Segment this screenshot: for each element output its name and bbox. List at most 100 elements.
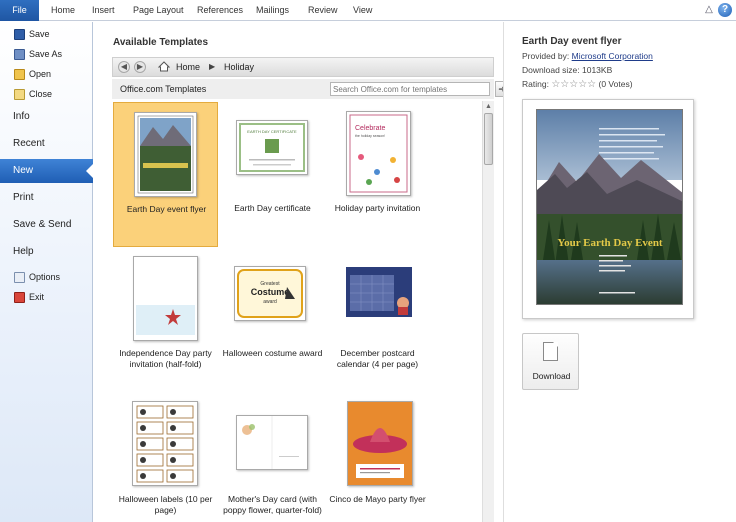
save-as-icon xyxy=(14,49,25,61)
tab-view[interactable]: View xyxy=(353,0,372,21)
template-tile[interactable]: Halloween labels (10 per page) xyxy=(113,397,218,522)
certificate-image: EARTH DAY CERTIFICATE xyxy=(239,123,305,172)
open-folder-icon xyxy=(14,69,25,81)
options-icon xyxy=(14,272,25,284)
provided-by: Provided by: Microsoft Corporation xyxy=(522,51,653,61)
options-command[interactable]: Options xyxy=(14,269,60,285)
tab-page-layout[interactable]: Page Layout xyxy=(133,0,184,21)
star-card-image xyxy=(136,305,195,335)
preview-title: Earth Day event flyer xyxy=(522,36,622,47)
section-header: Office.com Templates ➜ xyxy=(112,79,509,99)
download-label: Download xyxy=(532,371,571,381)
close-file-icon xyxy=(14,89,25,101)
chevron-right-icon: ▶ xyxy=(209,62,216,71)
template-label: Earth Day event flyer xyxy=(126,204,207,214)
star-rating-icon[interactable]: ☆☆☆☆☆ xyxy=(551,79,596,90)
exit-icon xyxy=(14,292,25,304)
template-label: Halloween labels (10 per page) xyxy=(118,494,213,515)
template-thumbnail xyxy=(134,112,197,197)
preview-frame: Your Earth Day Event xyxy=(522,99,694,319)
provider-link[interactable]: Microsoft Corporation xyxy=(572,51,653,61)
question-icon[interactable]: ? xyxy=(718,3,732,17)
nav-recent[interactable]: Recent xyxy=(0,132,93,156)
template-thumbnail: Celebrate the holiday season! xyxy=(346,111,411,196)
exit-command[interactable]: Exit xyxy=(14,289,44,305)
svg-text:the holiday season!: the holiday season! xyxy=(355,134,385,138)
back-arrow-icon[interactable]: ◀ xyxy=(118,61,130,73)
flower-card-image xyxy=(242,416,299,469)
save-as-command[interactable]: Save As xyxy=(14,46,62,62)
nav-print[interactable]: Print xyxy=(0,186,93,210)
template-label: Independence Day party invitation (half-… xyxy=(119,348,212,369)
tab-references[interactable]: References xyxy=(197,0,243,21)
ribbon-tabs: File Home Insert Page Layout References … xyxy=(0,0,736,21)
template-thumbnail xyxy=(344,265,416,320)
nav-save-send[interactable]: Save & Send xyxy=(0,213,93,237)
tab-insert[interactable]: Insert xyxy=(92,0,115,21)
nav-new[interactable]: New xyxy=(0,159,94,183)
breadcrumb: ◀ ▶ Home ▶ Holiday xyxy=(112,57,494,77)
search-input[interactable] xyxy=(330,82,490,96)
template-thumbnail xyxy=(347,401,413,486)
tab-file[interactable]: File xyxy=(0,0,39,21)
tab-review[interactable]: Review xyxy=(308,0,338,21)
template-label: Holiday party invitation xyxy=(334,203,421,213)
scroll-up-icon[interactable]: ▲ xyxy=(483,101,494,113)
template-tile[interactable]: December postcard calendar (4 per page) xyxy=(325,250,430,395)
tab-mailings[interactable]: Mailings xyxy=(256,0,289,21)
vertical-scrollbar[interactable]: ▲ xyxy=(482,101,494,522)
svg-text:award: award xyxy=(263,299,277,305)
nav-help[interactable]: Help xyxy=(0,240,93,264)
svg-text:Celebrate: Celebrate xyxy=(355,125,385,132)
nav-info[interactable]: Info xyxy=(0,105,93,129)
invitation-image: Celebrate the holiday season! xyxy=(349,114,408,193)
home-icon[interactable] xyxy=(158,61,170,72)
template-thumbnail: EARTH DAY CERTIFICATE xyxy=(236,120,308,175)
svg-text:Costume: Costume xyxy=(251,287,290,297)
section-label: Office.com Templates xyxy=(120,84,207,94)
template-tile[interactable]: Mother's Day card (with poppy flower, qu… xyxy=(220,397,325,522)
costume-award-image: Greatest Costume award xyxy=(237,269,303,318)
save-icon xyxy=(14,29,25,41)
template-tile[interactable]: Independence Day party invitation (half-… xyxy=(113,250,218,395)
svg-text:EARTH DAY CERTIFICATE: EARTH DAY CERTIFICATE xyxy=(247,129,297,134)
tab-home[interactable]: Home xyxy=(51,0,75,21)
template-label: Cinco de Mayo party flyer xyxy=(329,494,426,504)
breadcrumb-current: Holiday xyxy=(224,62,255,72)
forward-arrow-icon[interactable]: ▶ xyxy=(134,61,146,73)
template-label: December postcard calendar (4 per page) xyxy=(336,348,419,369)
download-button[interactable]: Download xyxy=(522,333,579,390)
close-command[interactable]: Close xyxy=(14,86,52,102)
calendar-image xyxy=(346,267,412,317)
template-label: Mother's Day card (with poppy flower, qu… xyxy=(223,494,322,515)
breadcrumb-home[interactable]: Home xyxy=(176,62,200,72)
backstage-nav: Save Save As Open Close Info Recent New … xyxy=(0,22,94,522)
chevron-up-icon[interactable]: △ xyxy=(702,3,716,17)
template-tile[interactable]: Earth Day event flyer xyxy=(113,102,218,247)
labels-image xyxy=(136,405,194,483)
rating: Rating: ☆☆☆☆☆ (0 Votes) xyxy=(522,79,633,90)
template-grid: Earth Day event flyer EARTH DAY CERTIFIC… xyxy=(112,101,484,522)
template-thumbnail: Greatest Costume award xyxy=(234,266,306,321)
flyer-preview-image: Your Earth Day Event xyxy=(536,109,683,305)
template-thumbnail xyxy=(132,401,198,486)
template-tile[interactable]: Celebrate the holiday season! Holiday pa… xyxy=(325,102,430,247)
template-label: Earth Day certificate xyxy=(234,203,311,213)
template-tile[interactable]: EARTH DAY CERTIFICATE Earth Day certific… xyxy=(220,102,325,247)
template-preview-pane: Earth Day event flyer Provided by: Micro… xyxy=(503,22,736,522)
open-command[interactable]: Open xyxy=(14,66,51,82)
template-thumbnail xyxy=(236,415,308,470)
template-thumbnail xyxy=(133,256,198,341)
template-tile[interactable]: Greatest Costume award Halloween costume… xyxy=(220,250,325,395)
sombrero-flyer-image xyxy=(348,402,412,485)
page-title: Available Templates xyxy=(113,37,209,48)
document-icon xyxy=(543,342,558,361)
mountain-image xyxy=(137,115,194,194)
scroll-thumb[interactable] xyxy=(484,113,493,165)
save-command[interactable]: Save xyxy=(14,26,50,42)
svg-text:Your Earth Day Event: Your Earth Day Event xyxy=(557,237,663,249)
template-tile[interactable]: Cinco de Mayo party flyer xyxy=(325,397,430,522)
available-templates-pane: Available Templates ◀ ▶ Home ▶ Holiday O… xyxy=(94,22,509,522)
template-label: Halloween costume award xyxy=(222,348,323,358)
download-size: Download size: 1013KB xyxy=(522,65,613,75)
